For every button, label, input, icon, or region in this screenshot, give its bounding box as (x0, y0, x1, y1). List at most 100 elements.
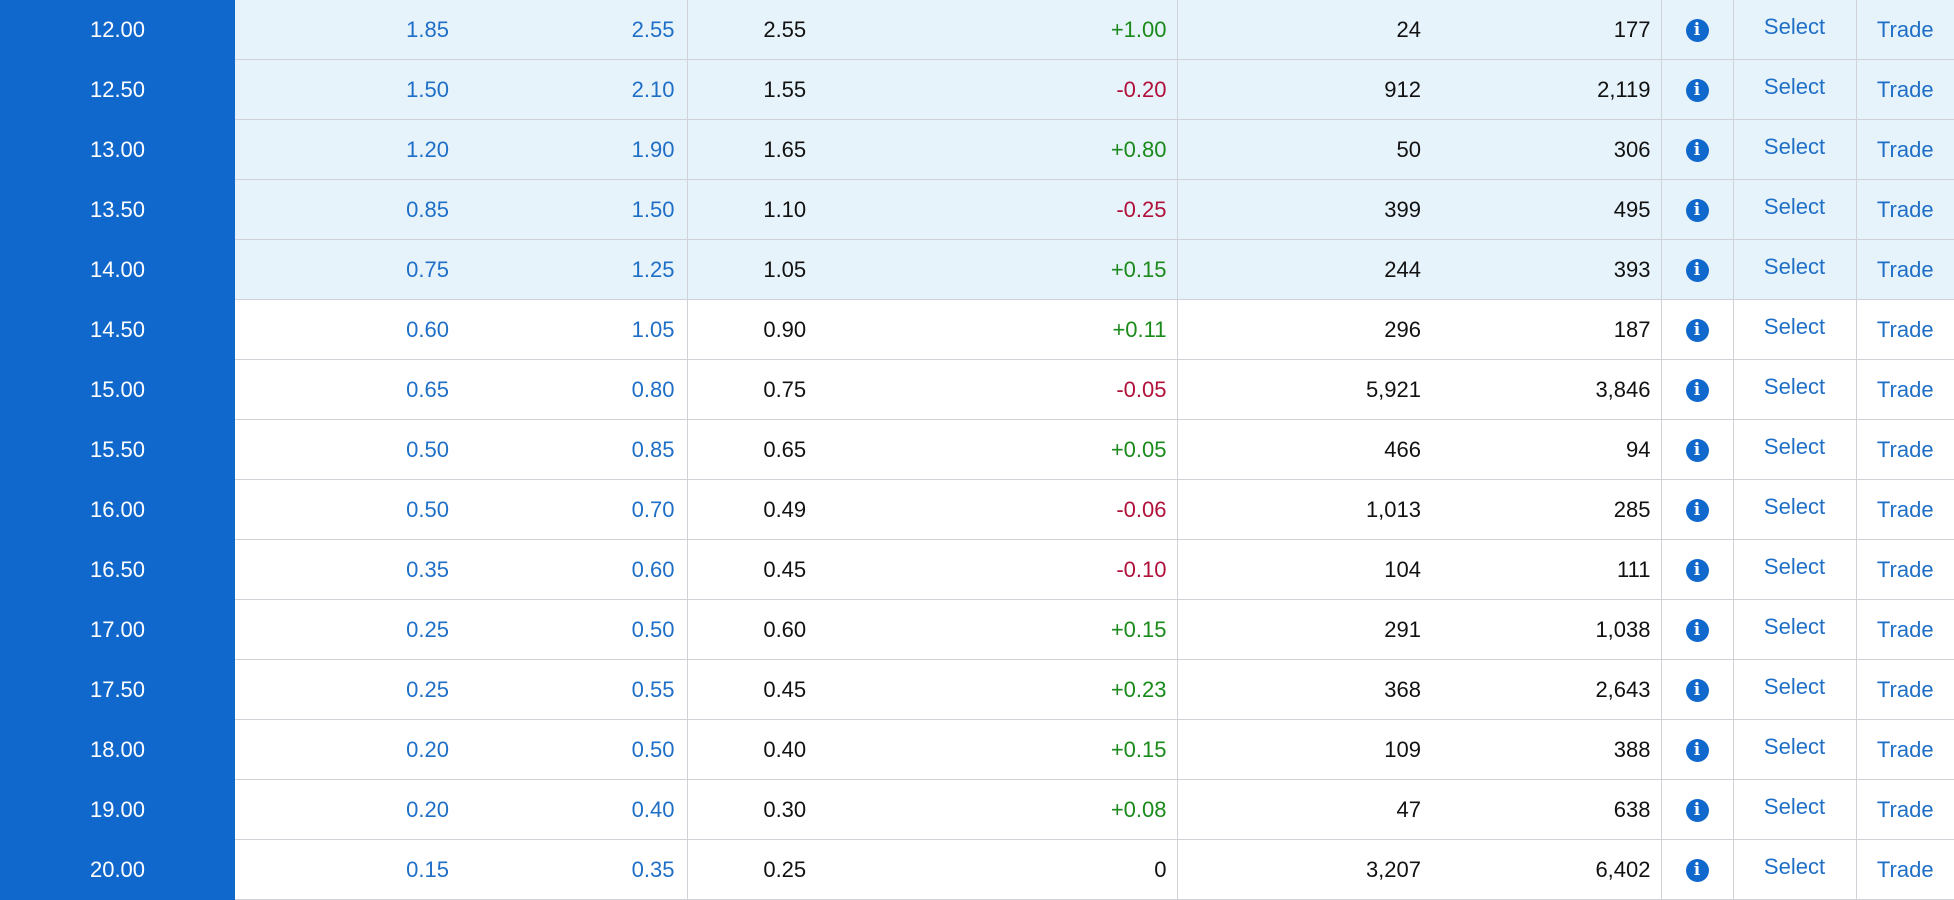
option-row: 16.00 0.50 0.70 0.49 -0.06 1,013 285 i S… (0, 479, 1954, 540)
select-link[interactable]: Select (1764, 374, 1825, 399)
volume: 109 (1177, 719, 1433, 780)
select-link[interactable]: Select (1764, 314, 1825, 339)
info-circle-icon[interactable]: i (1685, 619, 1709, 643)
info-cell: i (1661, 659, 1734, 720)
info-circle-icon[interactable]: i (1685, 319, 1709, 343)
bid-price: 0.35 (235, 539, 461, 600)
info-circle-icon[interactable]: i (1685, 859, 1709, 883)
info-circle-icon[interactable]: i (1685, 139, 1709, 163)
trade-cell: Trade (1856, 479, 1954, 540)
price-change: +0.15 (882, 719, 1178, 780)
trade-link[interactable]: Trade (1877, 377, 1934, 402)
info-circle-icon[interactable]: i (1685, 259, 1709, 283)
select-link[interactable]: Select (1764, 434, 1825, 459)
bid-price: 0.20 (235, 719, 461, 780)
info-cell: i (1661, 0, 1734, 60)
select-link[interactable]: Select (1764, 614, 1825, 639)
info-circle-icon[interactable]: i (1685, 559, 1709, 583)
info-circle-icon[interactable]: i (1685, 739, 1709, 763)
select-link[interactable]: Select (1764, 254, 1825, 279)
info-circle-icon[interactable]: i (1685, 79, 1709, 103)
trade-link[interactable]: Trade (1877, 677, 1934, 702)
option-row: 13.00 1.20 1.90 1.65 +0.80 50 306 i Sele… (0, 119, 1954, 180)
trade-link[interactable]: Trade (1877, 77, 1934, 102)
select-link[interactable]: Select (1764, 194, 1825, 219)
last-price: 0.65 (687, 419, 882, 480)
info-circle-icon[interactable]: i (1685, 439, 1709, 463)
option-row: 12.50 1.50 2.10 1.55 -0.20 912 2,119 i S… (0, 59, 1954, 120)
bid-price: 0.25 (235, 659, 461, 720)
trade-link[interactable]: Trade (1877, 257, 1934, 282)
volume: 3,207 (1177, 839, 1433, 900)
info-circle-icon[interactable]: i (1685, 799, 1709, 823)
volume: 912 (1177, 59, 1433, 120)
trade-link[interactable]: Trade (1877, 17, 1934, 42)
option-row: 20.00 0.15 0.35 0.25 0 3,207 6,402 i Sel… (0, 839, 1954, 900)
strike-price: 13.50 (0, 179, 235, 240)
open-interest: 393 (1433, 239, 1662, 300)
strike-price: 19.00 (0, 779, 235, 840)
last-price: 0.40 (687, 719, 882, 780)
select-link[interactable]: Select (1764, 74, 1825, 99)
select-link[interactable]: Select (1764, 14, 1825, 39)
select-link[interactable]: Select (1764, 134, 1825, 159)
trade-link[interactable]: Trade (1877, 497, 1934, 522)
option-row: 18.00 0.20 0.50 0.40 +0.15 109 388 i Sel… (0, 719, 1954, 780)
volume: 50 (1177, 119, 1433, 180)
last-price: 0.25 (687, 839, 882, 900)
select-link[interactable]: Select (1764, 794, 1825, 819)
option-row: 14.50 0.60 1.05 0.90 +0.11 296 187 i Sel… (0, 299, 1954, 360)
volume: 1,013 (1177, 479, 1433, 540)
price-change: -0.25 (882, 179, 1178, 240)
select-cell: Select (1733, 659, 1857, 720)
trade-link[interactable]: Trade (1877, 617, 1934, 642)
price-change: -0.10 (882, 539, 1178, 600)
info-circle-icon[interactable]: i (1685, 199, 1709, 223)
strike-price: 14.50 (0, 299, 235, 360)
bid-price: 0.85 (235, 179, 461, 240)
info-circle-icon[interactable]: i (1685, 379, 1709, 403)
trade-link[interactable]: Trade (1877, 737, 1934, 762)
select-cell: Select (1733, 179, 1857, 240)
info-circle-icon[interactable]: i (1685, 499, 1709, 523)
select-cell: Select (1733, 59, 1857, 120)
trade-link[interactable]: Trade (1877, 317, 1934, 342)
price-change: +0.08 (882, 779, 1178, 840)
select-link[interactable]: Select (1764, 734, 1825, 759)
last-price: 0.49 (687, 479, 882, 540)
info-circle-icon[interactable]: i (1685, 19, 1709, 43)
select-link[interactable]: Select (1764, 854, 1825, 879)
trade-link[interactable]: Trade (1877, 437, 1934, 462)
info-cell: i (1661, 239, 1734, 300)
last-price: 1.05 (687, 239, 882, 300)
select-cell: Select (1733, 719, 1857, 780)
info-circle-icon[interactable]: i (1685, 679, 1709, 703)
trade-link[interactable]: Trade (1877, 857, 1934, 882)
bid-price: 0.50 (235, 419, 461, 480)
volume: 47 (1177, 779, 1433, 840)
select-link[interactable]: Select (1764, 494, 1825, 519)
trade-link[interactable]: Trade (1877, 557, 1934, 582)
price-change: +0.05 (882, 419, 1178, 480)
strike-price: 16.50 (0, 539, 235, 600)
strike-price: 15.00 (0, 359, 235, 420)
trade-cell: Trade (1856, 239, 1954, 300)
option-row: 15.00 0.65 0.80 0.75 -0.05 5,921 3,846 i… (0, 359, 1954, 420)
option-row: 19.00 0.20 0.40 0.30 +0.08 47 638 i Sele… (0, 779, 1954, 840)
trade-link[interactable]: Trade (1877, 797, 1934, 822)
option-row: 17.50 0.25 0.55 0.45 +0.23 368 2,643 i S… (0, 659, 1954, 720)
bid-price: 1.50 (235, 59, 461, 120)
select-link[interactable]: Select (1764, 674, 1825, 699)
ask-price: 0.60 (461, 539, 688, 600)
info-cell: i (1661, 179, 1734, 240)
select-link[interactable]: Select (1764, 554, 1825, 579)
trade-link[interactable]: Trade (1877, 137, 1934, 162)
trade-cell: Trade (1856, 119, 1954, 180)
strike-price: 14.00 (0, 239, 235, 300)
bid-price: 0.25 (235, 599, 461, 660)
open-interest: 187 (1433, 299, 1662, 360)
open-interest: 306 (1433, 119, 1662, 180)
trade-link[interactable]: Trade (1877, 197, 1934, 222)
ask-price: 0.80 (461, 359, 688, 420)
price-change: -0.20 (882, 59, 1178, 120)
